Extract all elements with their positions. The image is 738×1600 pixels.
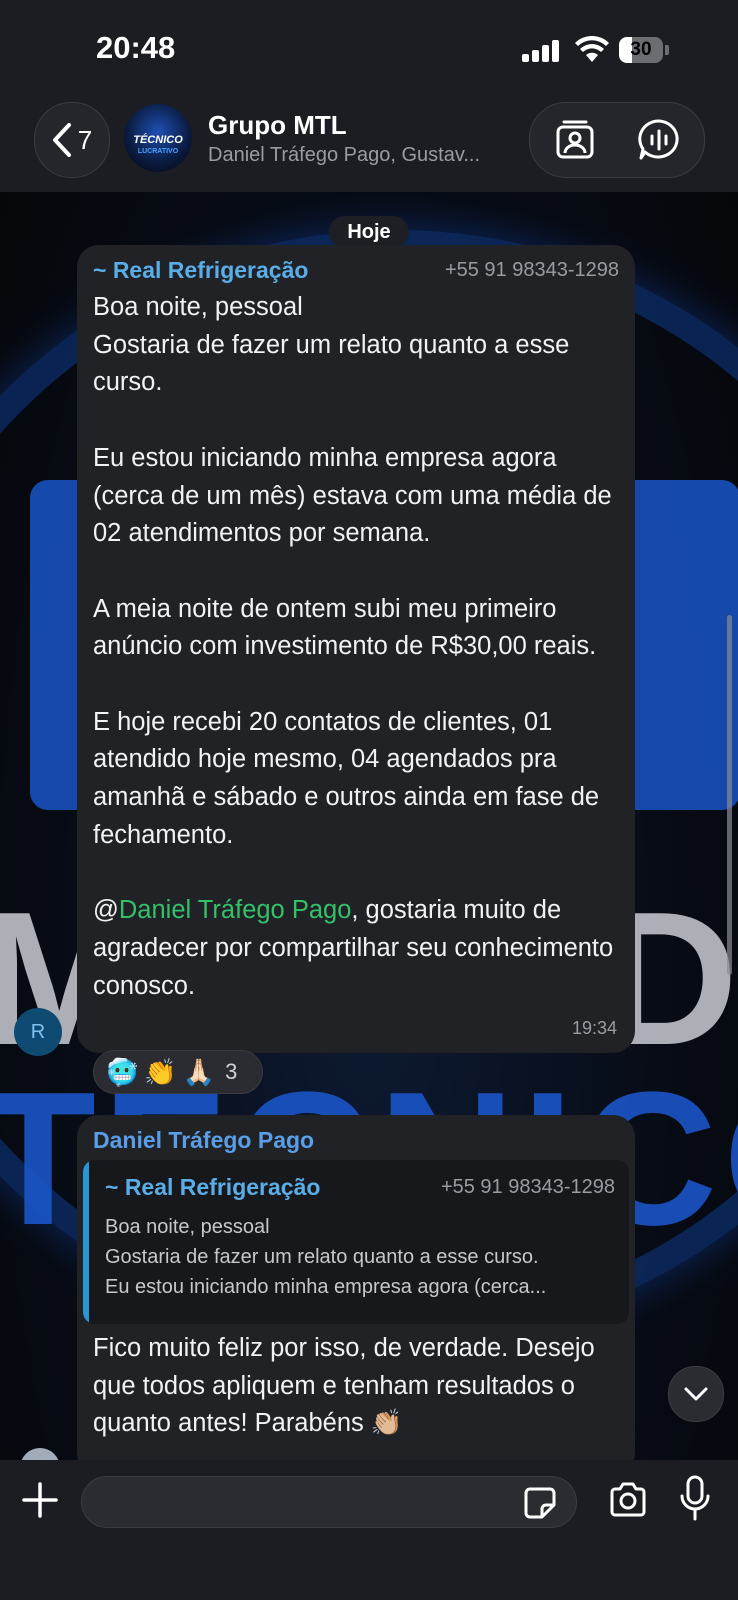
wifi-icon (575, 36, 609, 62)
camera-icon[interactable] (606, 1478, 650, 1522)
scroll-to-bottom-button[interactable] (668, 1366, 724, 1422)
group-name[interactable]: Grupo MTL (208, 110, 347, 141)
reaction-pray-icon: 🙏🏻 (182, 1056, 216, 1087)
chat-header: 7 TÉCNICO LUCRATIVO Grupo MTL Daniel Trá… (0, 96, 738, 192)
unread-count: 7 (77, 124, 93, 155)
audio-chat-icon[interactable] (636, 117, 682, 163)
reaction-cold-face-icon: 🥶 (106, 1056, 139, 1087)
reaction-clap-icon: 👏 (144, 1056, 177, 1087)
header-actions (529, 102, 705, 178)
quote-text-line: Gostaria de fazer um relato quanto a ess… (105, 1246, 539, 1268)
message-input-container (81, 1476, 577, 1528)
quote-sender-phone: +55 91 98343-1298 (440, 1176, 615, 1198)
reaction-count: 3 (225, 1059, 238, 1084)
chat-screen: MAPA DE TÉCNICO 20:48 30 7 (0, 0, 738, 1600)
message-sender-phone: +55 91 98343-1298 (444, 259, 619, 281)
message-bubble[interactable]: ~ Real Refrigeração +55 91 98343-1298 Bo… (77, 245, 635, 1053)
message-sender-name[interactable]: Daniel Tráfego Pago (93, 1127, 314, 1154)
message-text: Boa noite, pessoal Gostaria de fazer um … (93, 289, 623, 1005)
group-avatar-logo-subtext: LUCRATIVO (137, 148, 179, 155)
contact-card-icon[interactable] (552, 117, 598, 163)
message-time: 19:34 (571, 1018, 617, 1038)
back-button[interactable]: 7 (34, 102, 110, 178)
scrollbar[interactable] (727, 615, 732, 975)
cellular-signal-icon (522, 40, 560, 62)
group-members-preview[interactable]: Daniel Tráfego Pago, Gustav... (208, 144, 508, 167)
message-sender-name[interactable]: ~ Real Refrigeração (93, 257, 308, 284)
battery-level: 30 (630, 39, 652, 60)
quote-accent-bar (83, 1160, 89, 1324)
quoted-message[interactable]: ~ Real Refrigeração +55 91 98343-1298 Bo… (83, 1160, 629, 1324)
reactions-bar[interactable]: 🥶 👏 🙏🏻 3 (93, 1050, 263, 1094)
mention-link[interactable]: Daniel Tráfego Pago (119, 896, 352, 924)
quote-text-line: Boa noite, pessoal (105, 1216, 270, 1238)
status-bar: 20:48 30 (0, 0, 738, 96)
message-text: Fico muito feliz por isso, de verdade. D… (93, 1334, 602, 1438)
sender-avatar[interactable]: R (14, 1008, 62, 1056)
message-input[interactable] (100, 1487, 504, 1519)
chevron-left-icon (52, 123, 71, 157)
message-text-part: Boa noite, pessoal Gostaria de fazer um … (93, 293, 612, 925)
quote-sender-name: ~ Real Refrigeração (105, 1174, 321, 1200)
plus-icon[interactable] (18, 1478, 62, 1522)
group-avatar[interactable]: TÉCNICO LUCRATIVO (124, 104, 192, 172)
sticker-icon[interactable] (522, 1485, 558, 1521)
message-sender-row: ~ Real Refrigeração +55 91 98343-1298 (93, 253, 619, 287)
group-avatar-logo-text: TÉCNICO (133, 134, 183, 146)
status-time: 20:48 (96, 30, 176, 65)
microphone-icon[interactable] (678, 1474, 712, 1524)
chevron-down-icon (684, 1387, 708, 1401)
message-composer (0, 1460, 738, 1600)
date-separator: Hoje (329, 216, 409, 248)
battery-icon: 30 (619, 37, 669, 63)
quote-text-line: Eu estou iniciando minha empresa agora (… (105, 1276, 547, 1298)
